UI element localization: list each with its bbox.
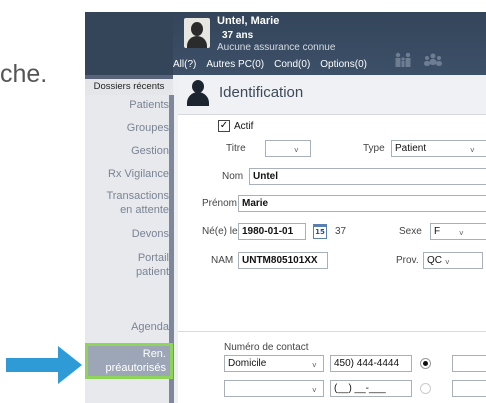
sidebar-item-rx-vigilance[interactable]: Rx Vigilance <box>108 167 169 182</box>
titre-select[interactable]: ˅ <box>265 140 311 157</box>
prov-value: QC <box>427 255 442 266</box>
sexe-value: F <box>434 226 441 237</box>
nam-field[interactable]: UNTM805101XX <box>238 252 328 269</box>
sidebar-item-label-ren: Ren. <box>142 348 166 360</box>
sidebar-item-label-preautorises: préautorisés <box>105 362 166 374</box>
group-icon[interactable] <box>423 52 443 68</box>
contact-type-select[interactable]: Domicile ˅ <box>224 355 324 372</box>
patient-age: 37 ans <box>222 30 254 41</box>
prov-select[interactable]: QC ˅ <box>423 252 483 269</box>
contact-phone-field[interactable]: 450) 444-4444 <box>330 355 412 372</box>
identification-panel: Identification ✓ Actif Titre ˅ Type Pati… <box>178 75 486 403</box>
contact-type-select-2[interactable]: ˅ <box>224 380 324 397</box>
sexe-select[interactable]: F ˅ <box>430 223 486 240</box>
sidebar-item-management[interactable]: Gestion <box>131 144 169 159</box>
contact-type-value: Domicile <box>228 358 267 369</box>
chevron-down-icon: ˅ <box>312 361 317 370</box>
sidebar-item-recent-files[interactable]: Dossiers récents <box>85 79 173 95</box>
sidebar-item-portal-patient[interactable]: patient <box>136 265 169 280</box>
sexe-label: Sexe <box>399 226 422 237</box>
prov-label: Prov. <box>396 255 419 266</box>
sidebar: Dossiers récents Patients Groupes Gestio… <box>85 75 174 403</box>
contact-phone-field-2[interactable]: (__) __-___ <box>330 380 412 397</box>
tab-options[interactable]: Options(0) <box>320 59 367 70</box>
nom-field[interactable]: Untel <box>249 168 486 185</box>
chevron-down-icon: ˅ <box>470 146 475 155</box>
sidebar-item-agenda[interactable]: Agenda <box>131 320 169 335</box>
secondary-contact-radio[interactable] <box>420 383 431 394</box>
chevron-down-icon: ˅ <box>459 229 464 238</box>
nom-label: Nom <box>222 171 244 182</box>
type-label: Type <box>363 143 385 154</box>
dob-field[interactable]: 1980-01-01 <box>238 223 306 240</box>
chevron-down-icon: ˅ <box>445 258 450 267</box>
chevron-down-icon: ˅ <box>312 386 317 395</box>
sidebar-item-preauthorized-renewals[interactable]: Ren. préautorisés <box>85 343 173 379</box>
chevron-down-icon: ˅ <box>294 146 299 155</box>
prenom-label: Prénom <box>202 198 238 209</box>
tab-cond[interactable]: Cond(0) <box>274 59 310 70</box>
family-icon[interactable] <box>393 52 413 68</box>
calendar-icon[interactable]: 15 <box>313 224 327 239</box>
actif-label: Actif <box>234 121 254 132</box>
contact-label: Numéro de contact <box>224 342 309 353</box>
sidebar-item-groups[interactable]: Groupes <box>127 121 169 136</box>
nam-label: NAM <box>211 255 234 266</box>
age-short: 37 <box>335 226 347 237</box>
patient-avatar-icon <box>184 18 210 48</box>
patient-tabs: All(?) Autres PC(0) Cond(0) Options(0) <box>173 59 367 70</box>
tab-autres-pc[interactable]: Autres PC(0) <box>206 59 264 70</box>
titre-label: Titre <box>226 143 246 154</box>
header-left-strip <box>85 12 173 75</box>
dob-label: Né(e) le <box>202 226 238 237</box>
patient-name: Untel, Marie <box>217 15 280 27</box>
person-icon <box>187 80 209 106</box>
pharmacy-app-window: Untel, Marie 37 ans Aucune assurance con… <box>85 12 486 403</box>
pointer-arrow-icon <box>6 346 82 384</box>
sidebar-item-transactions[interactable]: Transactions <box>106 189 169 204</box>
contact-extra-field[interactable] <box>452 355 486 372</box>
header-icons <box>393 52 443 68</box>
sidebar-item-portal[interactable]: Portail <box>138 251 169 266</box>
section-divider <box>178 331 486 332</box>
actif-checkbox[interactable]: ✓ <box>218 120 230 132</box>
sidebar-item-transactions-pending[interactable]: en attente <box>120 203 169 218</box>
sidebar-item-devons[interactable]: Devons <box>132 227 169 242</box>
type-select[interactable]: Patient ˅ <box>391 140 486 157</box>
tab-all[interactable]: All(?) <box>173 59 196 70</box>
patient-header: Untel, Marie 37 ans Aucune assurance con… <box>85 12 486 75</box>
type-value: Patient <box>395 143 427 154</box>
primary-contact-radio[interactable] <box>420 358 431 369</box>
prenom-field[interactable]: Marie <box>238 195 486 212</box>
background-text: che. <box>0 60 48 88</box>
contact-extra-field-2[interactable] <box>452 380 486 397</box>
sidebar-item-patients[interactable]: Patients <box>129 98 169 113</box>
identification-header: Identification <box>178 75 486 115</box>
patient-insurance: Aucune assurance connue <box>217 42 336 53</box>
identification-title: Identification <box>219 84 304 101</box>
